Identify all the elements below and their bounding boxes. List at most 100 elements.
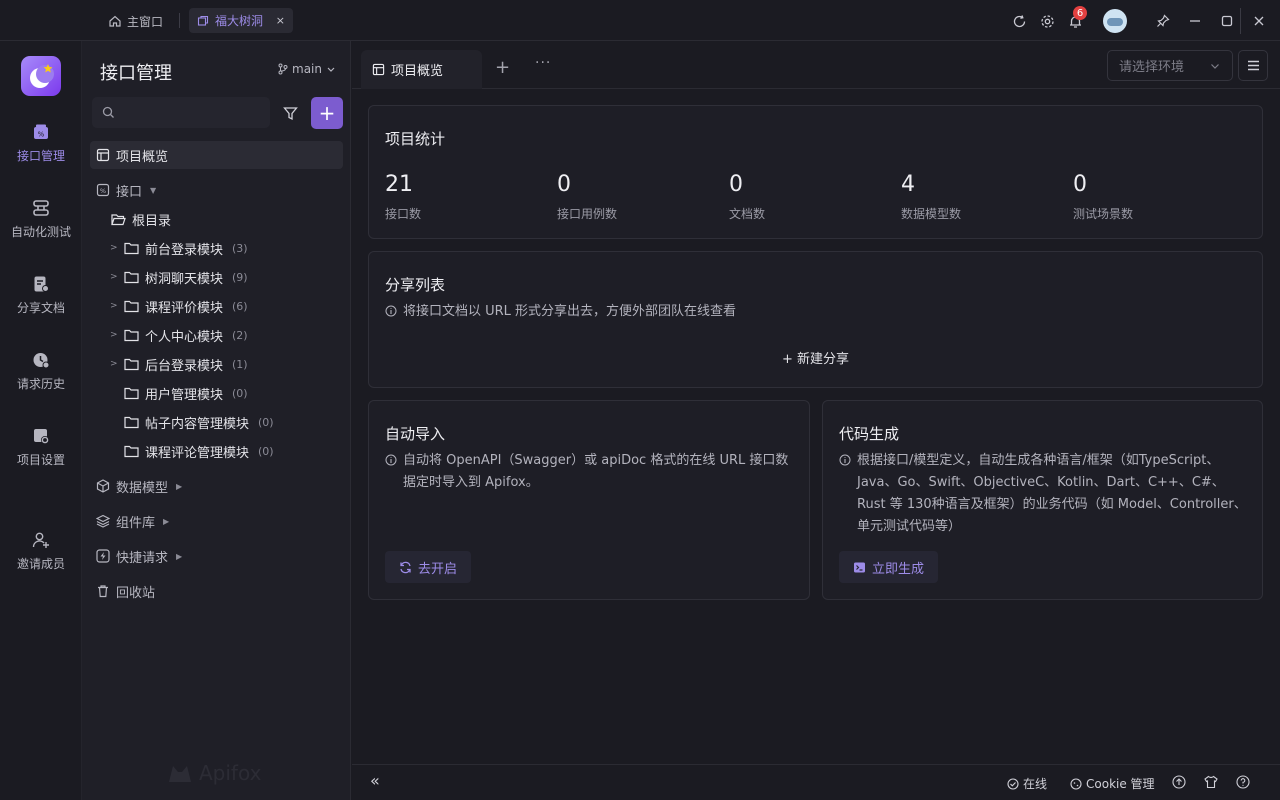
caret-right-icon: ▶ — [176, 481, 183, 491]
tree-folder[interactable]: > 后台登录模块 (1) — [110, 350, 248, 378]
tree-item-overview[interactable]: 项目概览 — [90, 141, 343, 169]
folder-name: 前台登录模块 — [145, 242, 224, 258]
sync-icon — [400, 561, 411, 573]
minimize-icon[interactable] — [1185, 11, 1205, 31]
rail-label: 请求历史 — [16, 377, 65, 391]
new-share-button[interactable]: + 新建分享 — [369, 348, 1262, 367]
tree-item-api[interactable]: % 接口 ▼ — [96, 176, 156, 204]
close-tab-icon[interactable]: × — [276, 14, 285, 27]
overview-icon — [96, 148, 110, 162]
close-icon[interactable] — [1249, 11, 1269, 31]
rail-item-share-docs[interactable]: 分享文档 — [0, 275, 82, 316]
online-status[interactable]: 在线 — [1007, 775, 1047, 792]
branch-selector[interactable]: main — [278, 62, 336, 76]
stat-api-count: 21 接口数 — [385, 172, 421, 222]
environment-placeholder: 请选择环境 — [1119, 60, 1185, 75]
settings-icon[interactable] — [1037, 11, 1057, 31]
environment-select[interactable]: 请选择环境 — [1107, 50, 1233, 81]
share-title: 分享列表 — [385, 276, 446, 294]
folder-count: (1) — [232, 357, 248, 371]
automation-icon — [33, 200, 49, 216]
tree-folder[interactable]: > 树洞聊天模块 (9) — [110, 263, 248, 291]
folder-count: (3) — [232, 241, 248, 255]
project-tab[interactable]: 福大树洞 × — [189, 8, 293, 33]
filter-icon[interactable] — [278, 101, 302, 125]
tab-bar: 项目概览 + ··· 请选择环境 — [352, 41, 1280, 89]
rail-item-api-management[interactable]: % 接口管理 — [0, 123, 82, 164]
folder-name: 课程评价模块 — [145, 300, 224, 316]
project-tab-label: 福大树洞 — [215, 14, 264, 28]
folder-count: (0) — [258, 415, 274, 429]
api-icon: % — [34, 124, 48, 139]
tree-folder[interactable]: > 课程评价模块 (6) — [110, 292, 248, 320]
share-desc-text: 将接口文档以 URL 形式分享出去，方便外部团队在线查看 — [403, 304, 737, 319]
invite-icon — [32, 532, 49, 548]
rail-item-project-settings[interactable]: 项目设置 — [0, 427, 82, 468]
tree-item-data-model[interactable]: 数据模型 ▶ — [96, 472, 182, 500]
tree-item-label: 项目概览 — [116, 149, 169, 165]
menu-button[interactable] — [1238, 50, 1268, 81]
folder-icon — [124, 387, 139, 399]
home-tab[interactable]: 主窗口 — [108, 11, 163, 31]
rail-label: 项目设置 — [16, 453, 65, 467]
project-tab-icon — [197, 15, 209, 26]
shirt-icon[interactable] — [1204, 775, 1218, 789]
stat-doc-count: 0 文档数 — [729, 172, 765, 222]
help-icon[interactable] — [1236, 775, 1250, 789]
stat-value: 0 — [729, 172, 743, 197]
tab-overview[interactable]: 项目概览 — [361, 50, 482, 89]
stat-scenario-count: 0 测试场景数 — [1073, 172, 1133, 222]
stat-value: 21 — [385, 172, 413, 197]
cube-icon — [96, 479, 110, 493]
pin-icon[interactable] — [1153, 11, 1173, 31]
cookie-manager[interactable]: Cookie 管理 — [1070, 775, 1155, 792]
maximize-icon[interactable] — [1217, 11, 1237, 31]
share-card: 分享列表 将接口文档以 URL 形式分享出去，方便外部团队在线查看 + 新建分享 — [368, 251, 1263, 388]
search-input[interactable] — [92, 97, 270, 128]
upload-icon[interactable] — [1172, 775, 1186, 789]
tree-folder[interactable]: 帖子内容管理模块 (0) — [110, 408, 274, 436]
home-tab-label: 主窗口 — [127, 14, 164, 29]
add-tab-button[interactable]: + — [495, 57, 510, 78]
tree-folder[interactable]: 课程评论管理模块 (0) — [110, 437, 274, 465]
tree-item-label: 数据模型 — [116, 480, 169, 496]
tree-item-label: 回收站 — [116, 585, 156, 601]
tree-item-recycle[interactable]: 回收站 — [96, 577, 155, 605]
caret-right-icon: ▶ — [176, 551, 183, 561]
tree-folder[interactable]: > 前台登录模块 (3) — [110, 234, 248, 262]
stats-title: 项目统计 — [385, 130, 446, 148]
tree-item-quick-request[interactable]: 快捷请求 ▶ — [96, 542, 182, 570]
folder-icon — [124, 445, 139, 457]
add-button[interactable]: + — [311, 97, 343, 129]
more-tabs-button[interactable]: ··· — [535, 55, 551, 71]
stat-label: 测试场景数 — [1073, 207, 1134, 221]
generate-code-button[interactable]: 立即生成 — [839, 551, 939, 583]
refresh-icon[interactable] — [1009, 11, 1029, 31]
cookie-label: Cookie 管理 — [1086, 777, 1155, 791]
tree-item-root[interactable]: 根目录 — [111, 205, 171, 233]
caret-right-icon: ▶ — [163, 516, 170, 526]
project-settings-icon — [34, 429, 49, 444]
tree-folder[interactable]: 用户管理模块 (0) — [110, 379, 248, 407]
tree-item-components[interactable]: 组件库 ▶ — [96, 507, 169, 535]
collapse-sidebar-button[interactable]: « — [370, 771, 380, 790]
rail-item-automation[interactable]: 自动化测试 — [0, 199, 82, 240]
layers-icon — [96, 514, 110, 528]
folder-icon — [124, 242, 139, 254]
main-content: 项目统计 21 接口数 0 接口用例数 0 文档数 4 数据模型数 0 测试场景数 分享列… — [352, 89, 1280, 760]
svg-text:%: % — [100, 187, 106, 195]
app-logo[interactable] — [21, 56, 61, 96]
chevron-right-icon: > — [110, 243, 118, 253]
stat-case-count: 0 接口用例数 — [557, 172, 617, 222]
stat-label: 数据模型数 — [901, 207, 962, 221]
tree-folder[interactable]: > 个人中心模块 (2) — [110, 321, 248, 349]
rail-item-invite-members[interactable]: 邀请成员 — [0, 531, 82, 572]
enable-import-button[interactable]: 去开启 — [385, 551, 472, 583]
folder-name: 后台登录模块 — [145, 358, 224, 374]
chevron-right-icon: > — [110, 359, 118, 369]
tree-item-label: 组件库 — [116, 515, 156, 531]
avatar[interactable] — [1103, 9, 1127, 33]
folder-count: (2) — [232, 328, 248, 342]
tab-label: 项目概览 — [391, 64, 444, 79]
rail-item-request-history[interactable]: 请求历史 — [0, 351, 82, 392]
